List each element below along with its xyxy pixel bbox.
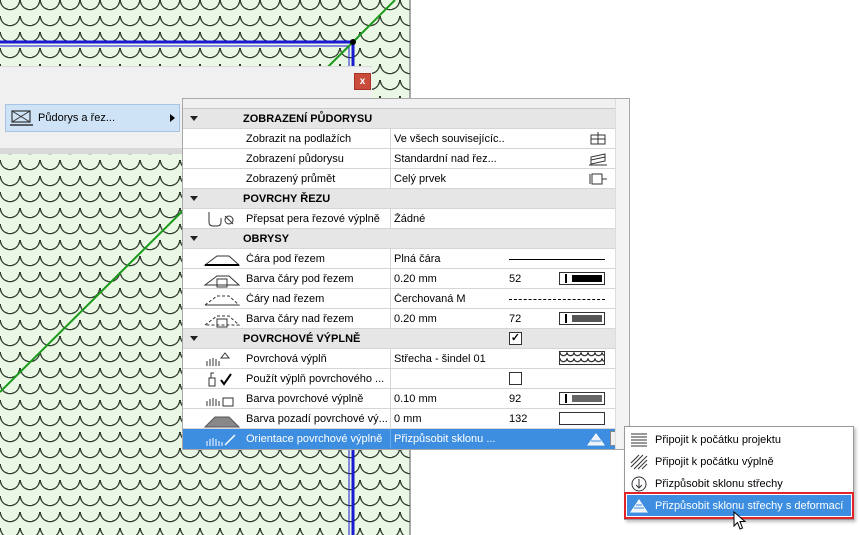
collapse-icon[interactable] <box>190 196 198 201</box>
orientation-flyout-menu: Připojit k počátku projektu Připojit k p… <box>624 426 854 520</box>
settings-table-top <box>183 99 629 109</box>
pen-below-icon <box>203 275 241 288</box>
nav-item-label: Půdorys a řez... <box>38 112 116 124</box>
roof-slope-icon <box>631 476 647 491</box>
background-color-swatch[interactable] <box>559 412 605 425</box>
settings-scrollbar[interactable] <box>615 99 629 449</box>
cover-fills-checkbox[interactable]: ✓ <box>509 332 522 345</box>
setting-row[interactable]: Barva čáry nad řezem 0.20 mm 72 <box>183 309 629 329</box>
dialog-titlebar[interactable] <box>0 66 372 98</box>
pen-color-swatch[interactable] <box>559 272 605 285</box>
settings-table: ZOBRAZENÍ PŮDORYSU Zobrazit na podlažích… <box>182 98 630 450</box>
setting-row[interactable]: Čára pod řezem Plná čára <box>183 249 629 269</box>
menu-item-project-origin[interactable]: Připojit k počátku projektu <box>627 429 851 450</box>
setting-row[interactable]: Barva povrchové výplně 0.10 mm 92 <box>183 389 629 409</box>
setting-row[interactable]: Povrchová výplň Střecha - šindel 01 <box>183 349 629 369</box>
collapse-icon[interactable] <box>190 336 198 341</box>
pen-above-icon <box>203 315 241 328</box>
floor-plan-section-icon <box>10 110 33 126</box>
close-button[interactable]: x <box>354 73 371 90</box>
fill-pattern-swatch[interactable] <box>559 351 605 365</box>
stories-icon <box>590 132 606 145</box>
use-fill-checkbox[interactable] <box>509 372 522 385</box>
fill-pen-icon <box>206 397 234 407</box>
floor-plan-display-icon <box>589 153 607 166</box>
left-panel-divider <box>0 148 182 154</box>
section-header-cover-fills[interactable]: POVRCHOVÉ VÝPLNĚ ✓ <box>183 329 629 349</box>
chevron-right-icon <box>170 114 175 122</box>
setting-row[interactable]: Čáry nad řezem Čerchovaná M <box>183 289 629 309</box>
dash-dot-line-sample <box>509 299 605 300</box>
project-origin-icon <box>631 433 647 446</box>
fill-background-icon <box>203 416 241 428</box>
projection-icon <box>589 173 607 185</box>
menu-item-roof-slope[interactable]: Přizpůsobit sklonu střechy <box>627 473 851 494</box>
setting-row[interactable]: Přepsat pera řezové výplně Žádné <box>183 209 629 229</box>
menu-item-fill-origin[interactable]: Připojit k počátku výplně <box>627 451 851 472</box>
section-header-floor-plan-display[interactable]: ZOBRAZENÍ PŮDORYSU <box>183 109 629 129</box>
pen-color-swatch[interactable] <box>559 392 605 405</box>
setting-row[interactable]: Zobrazení půdorysu Standardní nad řez... <box>183 149 629 169</box>
mouse-cursor-icon <box>733 511 747 530</box>
setting-row[interactable]: Zobrazit na podlažích Ve všech souvisejí… <box>183 129 629 149</box>
cover-fill-icon <box>206 352 231 366</box>
nav-item-floor-plan-section[interactable]: Půdorys a řez... <box>5 104 180 132</box>
setting-row-fill-orientation[interactable]: Orientace povrchové výplně Přizpůsobit s… <box>183 429 629 449</box>
collapse-icon[interactable] <box>190 236 198 241</box>
line-below-icon <box>203 255 241 266</box>
setting-row[interactable]: Použít výplň povrchového ... <box>183 369 629 389</box>
setting-row[interactable]: Zobrazený průmět Celý prvek <box>183 169 629 189</box>
fill-orientation-icon <box>206 434 236 446</box>
setting-row[interactable]: Barva pozadí povrchové vý... 0 mm 132 <box>183 409 629 429</box>
roof-slope-distorted-icon <box>587 433 605 446</box>
solid-line-sample <box>509 259 605 260</box>
fill-origin-icon <box>630 454 648 469</box>
pen-color-swatch[interactable] <box>559 312 605 325</box>
setting-row[interactable]: Barva čáry pod řezem 0.20 mm 52 <box>183 269 629 289</box>
roof-slope-distorted-icon <box>630 498 648 512</box>
section-header-outlines[interactable]: OBRYSY <box>183 229 629 249</box>
use-fill-icon <box>208 372 232 387</box>
line-above-icon <box>203 295 241 306</box>
section-header-cut-surfaces[interactable]: POVRCHY ŘEZU <box>183 189 629 209</box>
override-pen-icon <box>208 212 234 227</box>
collapse-icon[interactable] <box>190 116 198 121</box>
